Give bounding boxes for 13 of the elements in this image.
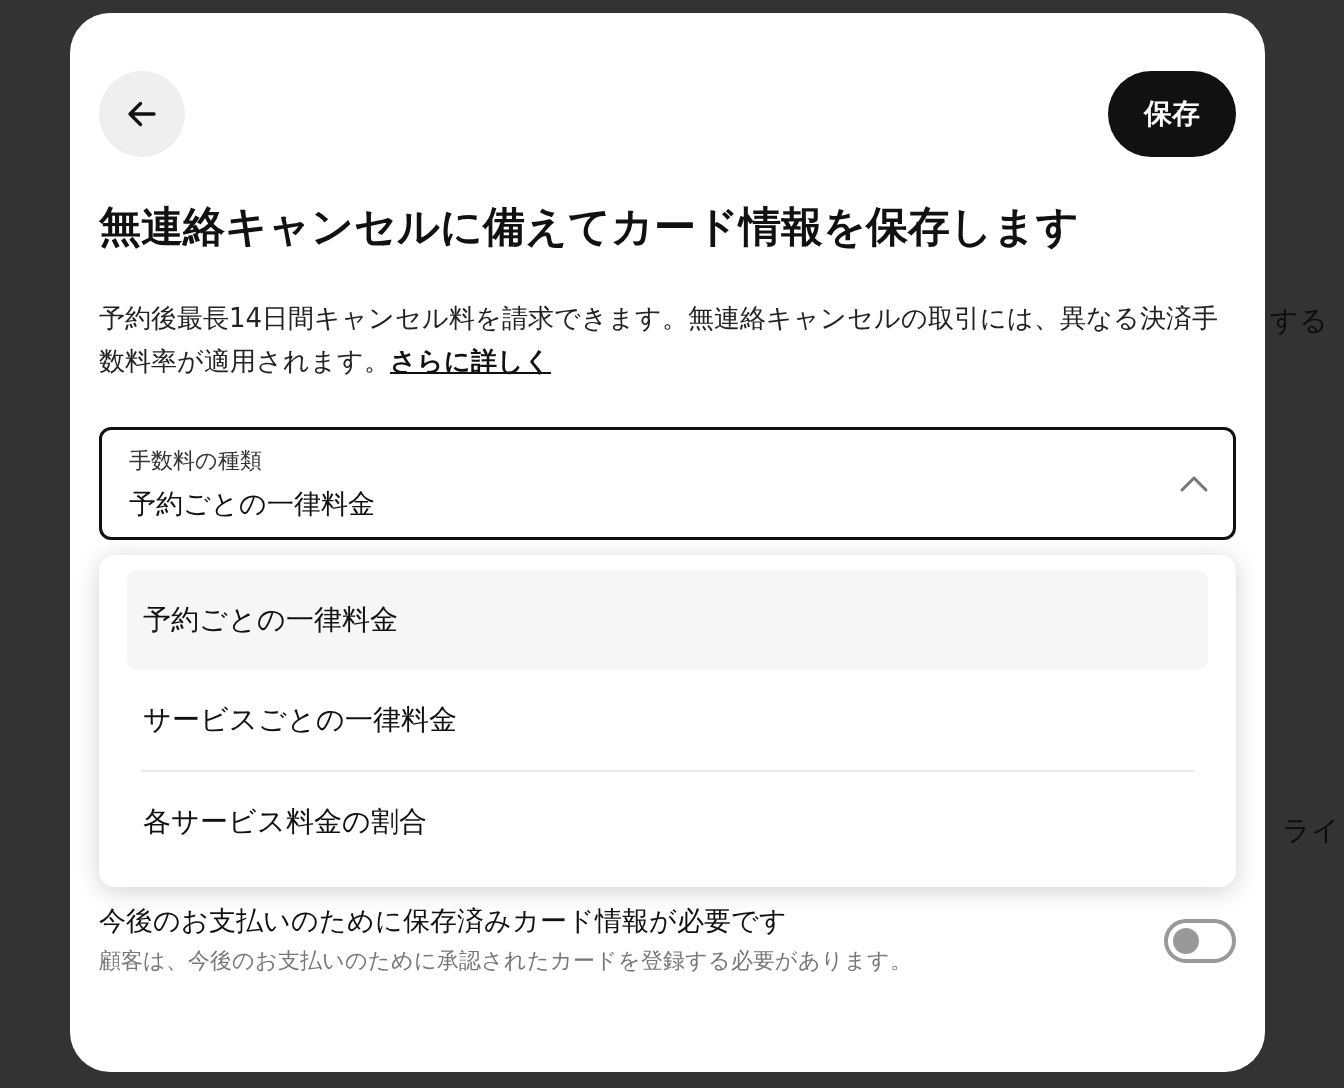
requirement-title: 今後のお支払いのために保存済みカード情報が必要です xyxy=(99,904,788,938)
fee-type-select[interactable]: 手数料の種類 予約ごとの一律料金 xyxy=(99,427,1236,540)
dropdown-option[interactable]: 各サービス料金の割合 xyxy=(127,772,1208,872)
dropdown-option[interactable]: 予約ごとの一律料金 xyxy=(127,570,1208,670)
learn-more-link[interactable]: さらに詳しく xyxy=(390,346,551,376)
description-text: 予約後最長14日間キャンセル料を請求できます。無連絡キャンセルの取引には、異なる決済手数料率が適用されます。さらに詳しく xyxy=(99,302,1220,378)
select-value: 予約ごとの一律料金 xyxy=(129,486,375,521)
dropdown-option[interactable]: サービスごとの一律料金 xyxy=(127,670,1208,770)
requirement-description: 顧客は、今後のお支払いのために承認されたカードを登録する必要があります。 xyxy=(99,947,912,975)
dialog-title: 無連絡キャンセルに備えてカード情報を保存します xyxy=(99,201,1080,253)
toggle-switch[interactable] xyxy=(1164,919,1236,963)
select-label: 手数料の種類 xyxy=(129,446,263,475)
save-button[interactable]: 保存 xyxy=(1108,71,1236,157)
